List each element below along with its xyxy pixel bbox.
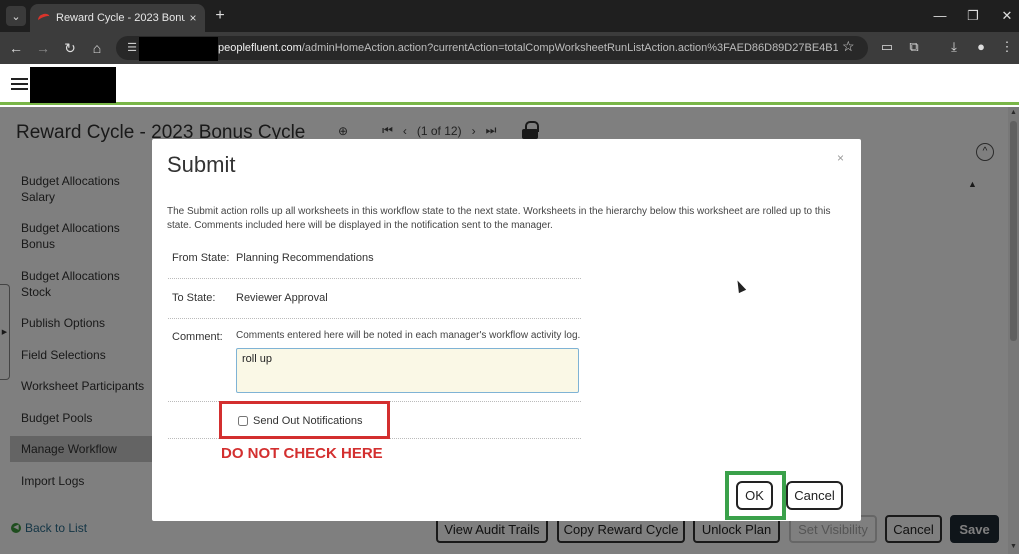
comment-label: Comment:: [172, 331, 223, 343]
redacted-logo: [30, 67, 116, 103]
tab-close-icon[interactable]: ×: [185, 11, 201, 25]
to-state-row: To State: Reviewer Approval: [168, 279, 581, 319]
favicon-icon: [38, 12, 50, 24]
url-path: /adminHomeAction.action?currentAction=to…: [301, 42, 838, 54]
bookmark-star-icon[interactable]: ☆: [842, 38, 855, 55]
restore-icon[interactable]: ❐: [963, 6, 983, 26]
url-domain: peoplefluent.com: [218, 42, 302, 54]
app-header: [0, 64, 1019, 105]
window-close-icon[interactable]: ✕: [997, 6, 1017, 26]
forward-arrow-icon[interactable]: →: [33, 38, 53, 58]
back-arrow-icon[interactable]: ←: [6, 38, 26, 58]
dialog-description: The Submit action rolls up all worksheet…: [167, 206, 831, 231]
new-tab-icon[interactable]: +: [212, 6, 228, 26]
extensions-icon[interactable]: ⧉: [905, 38, 923, 56]
comment-input[interactable]: [236, 348, 579, 393]
dialog-close-icon[interactable]: ×: [837, 151, 844, 165]
dialog-cancel-button[interactable]: Cancel: [786, 481, 843, 510]
send-notifications-label: Send Out Notifications: [253, 415, 363, 427]
from-state-value: Planning Recommendations: [236, 252, 374, 264]
home-icon[interactable]: ⌂: [87, 38, 107, 58]
dialog-title: Submit: [167, 152, 236, 177]
site-info-icon[interactable]: ☰: [124, 40, 140, 56]
reload-icon[interactable]: ↻: [60, 38, 80, 58]
tab-title: Reward Cycle - 2023 Bonus Cycle: [56, 12, 185, 24]
from-state-row: From State: Planning Recommendations: [168, 246, 581, 279]
profile-icon[interactable]: ●: [972, 38, 990, 56]
minimize-icon[interactable]: —: [930, 6, 950, 26]
comment-hint: Comments entered here will be noted in e…: [236, 330, 581, 341]
submit-dialog: Submit × The Submit action rolls up all …: [152, 139, 861, 521]
url-text[interactable]: peoplefluent.com/adminHomeAction.action?…: [218, 40, 838, 56]
cast-icon[interactable]: ▭: [878, 38, 896, 56]
browser-tab[interactable]: Reward Cycle - 2023 Bonus Cycle ×: [30, 4, 205, 32]
tab-search-chevron-icon[interactable]: ⌄: [6, 6, 26, 26]
browser-tab-bar: ⌄ Reward Cycle - 2023 Bonus Cycle × + — …: [0, 0, 1019, 32]
download-icon[interactable]: ⤓: [945, 38, 963, 56]
from-state-label: From State:: [172, 252, 230, 264]
redacted-url-segment: [139, 37, 218, 61]
send-notifications-checkbox[interactable]: [238, 416, 248, 426]
to-state-label: To State:: [172, 292, 216, 304]
warning-annotation: DO NOT CHECK HERE: [221, 445, 383, 462]
to-state-value: Reviewer Approval: [236, 292, 328, 304]
hamburger-menu-icon[interactable]: [11, 78, 28, 90]
send-notifications-option[interactable]: Send Out Notifications: [238, 415, 362, 427]
more-menu-icon[interactable]: ⋮: [998, 38, 1016, 56]
ok-button[interactable]: OK: [736, 481, 773, 510]
